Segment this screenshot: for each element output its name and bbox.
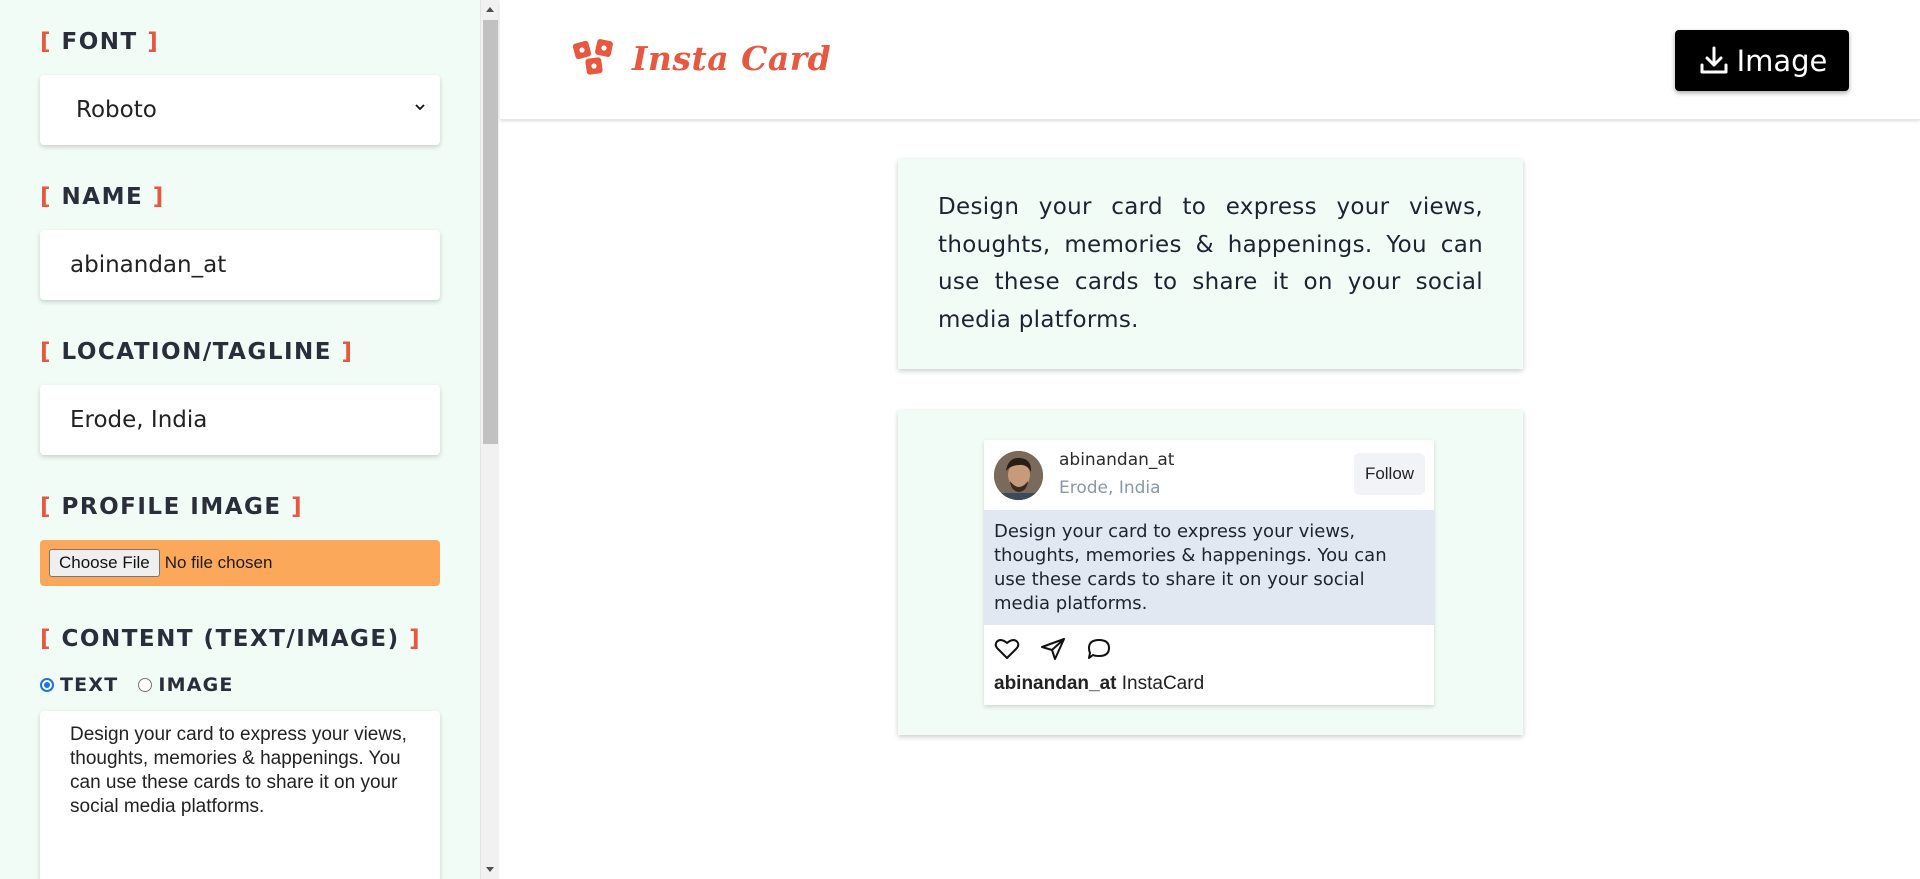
scroll-up-icon[interactable] — [486, 7, 494, 12]
card-header: abinandan_at Erode, India Follow — [984, 440, 1434, 510]
content-label: [ CONTENT (TEXT/IMAGE) ] — [40, 626, 422, 652]
choose-file-button[interactable]: Choose File — [49, 549, 160, 577]
logo[interactable]: Insta Card — [572, 36, 831, 80]
content-textarea[interactable]: Design your card to express your views, … — [40, 711, 440, 879]
location-input[interactable]: Erode, India — [40, 385, 440, 455]
card-location: Erode, India — [1059, 478, 1161, 498]
download-image-button[interactable]: Image — [1675, 30, 1849, 91]
sidebar: [ FONT ] Roboto [ NAME ] abinandan_at [ … — [0, 0, 480, 879]
profile-image-label: [ PROFILE IMAGE ] — [40, 494, 304, 520]
radio-text[interactable] — [40, 678, 54, 692]
location-input-value: Erode, India — [70, 407, 208, 433]
logo-icon — [572, 39, 613, 75]
header: Insta Card Image — [500, 0, 1920, 120]
follow-button[interactable]: Follow — [1354, 453, 1425, 495]
profile-image-file-input[interactable]: Choose File No file chosen — [40, 540, 440, 586]
caption-text: InstaCard — [1121, 673, 1205, 694]
sidebar-scrollbar[interactable] — [480, 0, 499, 879]
file-status: No file chosen — [164, 553, 273, 572]
scroll-down-icon[interactable] — [486, 867, 494, 872]
heart-icon[interactable] — [994, 637, 1020, 661]
send-icon[interactable] — [1040, 637, 1066, 661]
card-username: abinandan_at — [1059, 450, 1175, 470]
radio-text-label[interactable]: TEXT — [60, 674, 118, 696]
download-icon — [1700, 46, 1728, 73]
name-input[interactable]: abinandan_at — [40, 230, 440, 300]
card-actions — [994, 637, 1132, 661]
caption-username: abinandan_at — [994, 673, 1117, 694]
name-label: [ NAME ] — [40, 184, 165, 210]
radio-image-label[interactable]: IMAGE — [158, 674, 233, 696]
scroll-thumb[interactable] — [483, 20, 498, 444]
chevron-down-icon — [415, 104, 425, 111]
description-box: Design your card to express your views, … — [898, 159, 1523, 369]
logo-text: Insta Card — [632, 38, 832, 78]
card-preview-container: abinandan_at Erode, India Follow Design … — [898, 410, 1523, 735]
location-label: [ LOCATION/TAGLINE ] — [40, 339, 354, 365]
insta-card: abinandan_at Erode, India Follow Design … — [984, 440, 1434, 705]
comment-icon[interactable] — [1086, 637, 1112, 661]
content-type-radios: TEXT IMAGE — [40, 674, 234, 696]
name-input-value: abinandan_at — [70, 252, 227, 278]
avatar-image — [994, 451, 1043, 500]
font-select-value: Roboto — [76, 97, 157, 123]
card-content: Design your card to express your views, … — [984, 510, 1434, 625]
font-label: [ FONT ] — [40, 29, 160, 55]
font-select[interactable]: Roboto — [40, 75, 440, 145]
download-button-label: Image — [1736, 43, 1828, 78]
avatar — [994, 451, 1043, 500]
card-caption: abinandan_at InstaCard — [994, 673, 1204, 695]
radio-image[interactable] — [138, 678, 153, 692]
